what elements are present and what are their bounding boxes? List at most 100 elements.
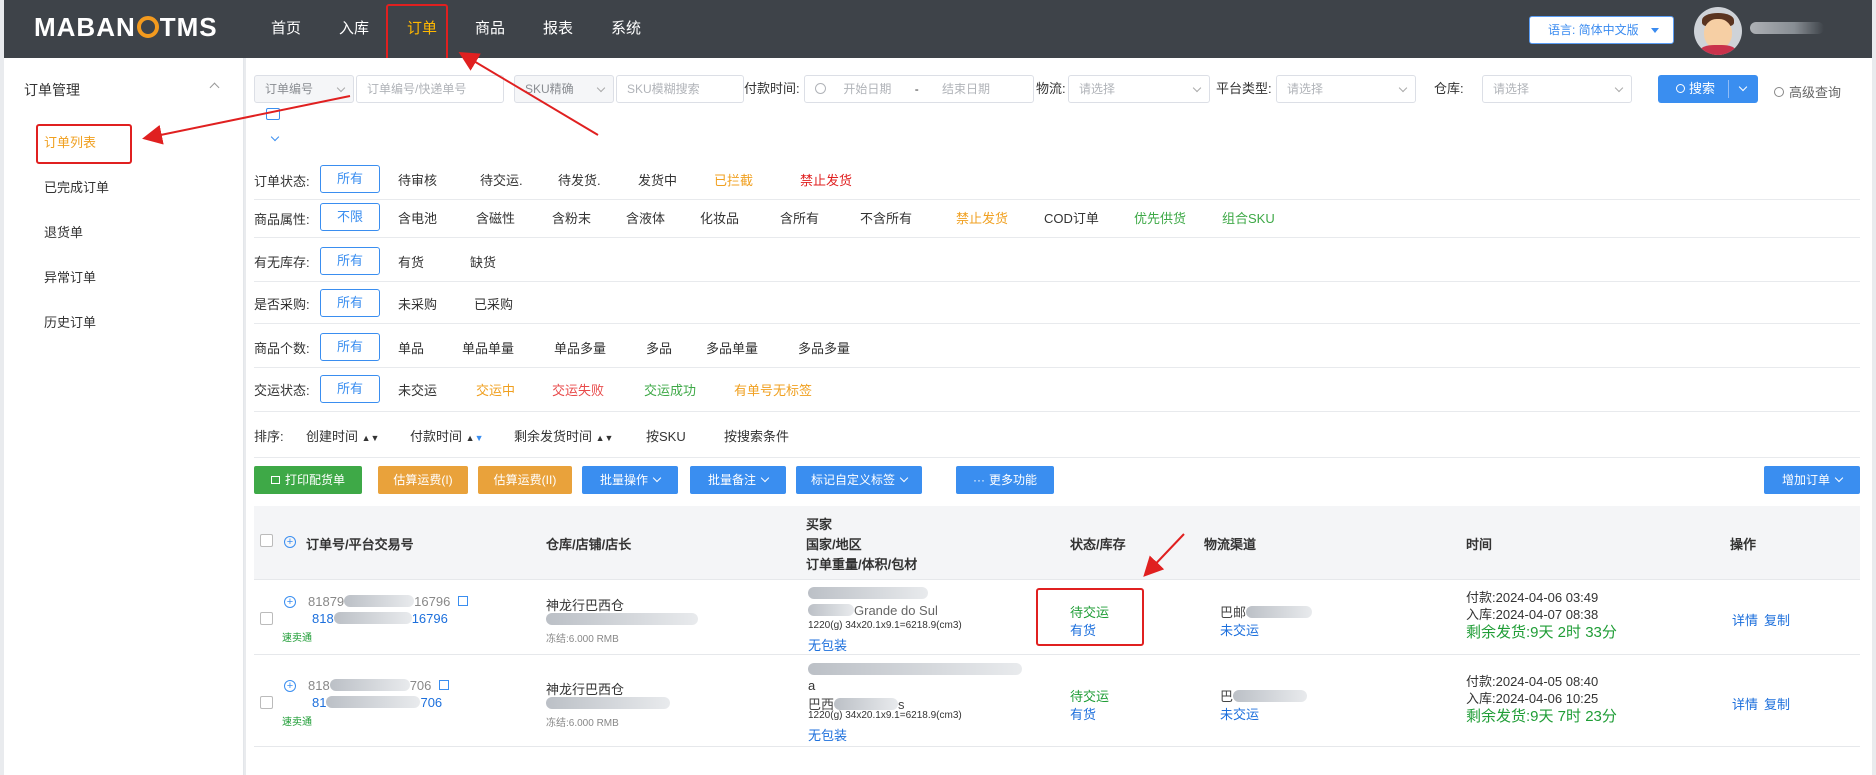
sort-option[interactable]: 创建时间 ▲▼ — [306, 426, 379, 445]
filter-option[interactable]: 交运失败 — [552, 380, 604, 399]
filter-option[interactable]: 所有 — [320, 375, 380, 403]
redacted-text — [834, 698, 899, 710]
language-select[interactable]: 语言: 简体中文版 — [1529, 16, 1674, 44]
sidebar-title[interactable]: 订单管理 — [24, 80, 80, 100]
platform-trade-number[interactable]: 818 16796 — [312, 611, 448, 626]
platform-select[interactable]: 请选择 — [1276, 75, 1416, 103]
nav-inbound[interactable]: 入库 — [320, 0, 388, 58]
sidebar-item-history[interactable]: 历史订单 — [44, 312, 96, 331]
filter-option[interactable]: 有货 — [398, 252, 424, 271]
filter-option[interactable]: 含液体 — [626, 208, 665, 227]
export-icon[interactable] — [266, 108, 280, 120]
filter-option[interactable]: 不含所有 — [860, 208, 912, 227]
nav-system[interactable]: 系统 — [592, 0, 660, 58]
estimate-freight-1-button[interactable]: 估算运费(I) — [378, 466, 468, 494]
expand-all-icon[interactable]: + — [284, 536, 296, 548]
expand-row-icon[interactable]: + — [284, 596, 296, 608]
order-no-placeholder: 订单编号/快递单号 — [367, 82, 467, 96]
filter-option[interactable]: 单品单量 — [462, 338, 514, 357]
filter-option[interactable]: 未交运 — [398, 380, 437, 399]
filter-option[interactable]: 待发货. — [558, 170, 601, 189]
warehouse-name: 神龙行巴西仓 — [546, 598, 625, 613]
filter-option[interactable]: 含电池 — [398, 208, 437, 227]
filter-option[interactable]: 单品 — [398, 338, 424, 357]
clock-icon — [815, 83, 826, 94]
filter-option[interactable]: 所有 — [320, 289, 380, 317]
packaging[interactable]: 无包装 — [808, 725, 847, 744]
filter-option[interactable]: 所有 — [320, 165, 380, 193]
filter-option[interactable]: 含所有 — [780, 208, 819, 227]
detail-link[interactable]: 详情 — [1732, 694, 1758, 713]
sidebar-item-completed[interactable]: 已完成订单 — [44, 177, 109, 196]
expand-chevron-icon[interactable] — [270, 132, 280, 142]
platform-trade-number[interactable]: 81 706 — [312, 695, 442, 710]
pay-time-range[interactable]: 开始日期 - 结束日期 — [804, 75, 1034, 103]
sku-type-select[interactable]: SKU精确 — [514, 75, 614, 103]
filter-option[interactable]: 待交运. — [480, 170, 523, 189]
batch-note-button[interactable]: 批量备注 — [690, 466, 786, 494]
batch-operation-button[interactable]: 批量操作 — [582, 466, 678, 494]
order-number[interactable]: 81879 16796 — [308, 594, 468, 609]
warehouse-select[interactable]: 请选择 — [1482, 75, 1632, 103]
filter-option[interactable]: 所有 — [320, 333, 380, 361]
more-functions-button[interactable]: ··· 更多功能 — [956, 466, 1054, 494]
detail-link[interactable]: 详情 — [1732, 610, 1758, 629]
filter-option[interactable]: 缺货 — [470, 252, 496, 271]
sort-option[interactable]: 剩余发货时间 ▲▼ — [514, 426, 613, 445]
filter-option[interactable]: 组合SKU — [1222, 208, 1275, 227]
filter-option[interactable]: 含粉末 — [552, 208, 591, 227]
filter-option[interactable]: 待审核 — [398, 170, 437, 189]
filter-option[interactable]: 含磁性 — [476, 208, 515, 227]
advanced-search-link[interactable]: 高级查询 — [1774, 82, 1841, 101]
filter-option[interactable]: 发货中 — [638, 170, 677, 189]
copy-icon[interactable] — [439, 680, 450, 690]
add-order-button[interactable]: 增加订单 — [1764, 466, 1860, 494]
custom-tag-button[interactable]: 标记自定义标签 — [796, 466, 922, 494]
filter-option[interactable]: 禁止发货 — [956, 208, 1008, 227]
filter-option[interactable]: 已拦截 — [714, 170, 753, 189]
estimate-freight-2-button[interactable]: 估算运费(II) — [478, 466, 572, 494]
order-type-select[interactable]: 订单编号 — [254, 75, 354, 103]
filter-option[interactable]: COD订单 — [1044, 208, 1099, 227]
search-button[interactable]: 搜索 — [1658, 75, 1758, 103]
chevron-up-icon[interactable] — [209, 82, 220, 93]
filter-option[interactable]: 所有 — [320, 247, 380, 275]
filter-option[interactable]: 有单号无标签 — [734, 380, 812, 399]
packaging[interactable]: 无包装 — [808, 635, 847, 654]
filter-option[interactable]: 化妆品 — [700, 208, 739, 227]
filter-option[interactable]: 交运成功 — [644, 380, 696, 399]
filter-option[interactable]: 优先供货 — [1134, 208, 1186, 227]
nav-products[interactable]: 商品 — [456, 0, 524, 58]
filter-option[interactable]: 已采购 — [474, 294, 513, 313]
filter-option[interactable]: 单品多量 — [554, 338, 606, 357]
filter-option[interactable]: 交运中 — [476, 380, 515, 399]
filter-option[interactable]: 未采购 — [398, 294, 437, 313]
sort-option[interactable]: 按搜索条件 — [724, 426, 789, 445]
username-redacted[interactable] — [1750, 22, 1824, 34]
select-all-checkbox[interactable] — [260, 534, 273, 547]
print-pick-list-button[interactable]: 打印配货单 — [254, 466, 362, 494]
sort-option[interactable]: 付款时间 ▲▼ — [410, 426, 483, 445]
filter-option[interactable]: 禁止发货 — [800, 170, 852, 189]
filter-option[interactable]: 多品多量 — [798, 338, 850, 357]
filter-option[interactable]: 不限 — [320, 203, 380, 231]
row-checkbox[interactable] — [260, 696, 273, 709]
date-separator: - — [914, 82, 919, 96]
row-checkbox[interactable] — [260, 612, 273, 625]
user-avatar[interactable] — [1694, 7, 1742, 55]
filter-option[interactable]: 多品 — [646, 338, 672, 357]
sidebar-item-abnormal[interactable]: 异常订单 — [44, 267, 96, 286]
sort-option[interactable]: 按SKU — [646, 426, 686, 445]
logistics-select[interactable]: 请选择 — [1068, 75, 1210, 103]
sku-input[interactable]: SKU模糊搜索 — [616, 75, 744, 103]
sidebar-item-returns[interactable]: 退货单 — [44, 222, 83, 241]
nav-home[interactable]: 首页 — [252, 0, 320, 58]
copy-link[interactable]: 复制 — [1764, 694, 1790, 713]
order-number[interactable]: 818 706 — [308, 678, 450, 693]
copy-icon[interactable] — [457, 596, 468, 606]
order-no-input[interactable]: 订单编号/快递单号 — [356, 75, 504, 103]
filter-option[interactable]: 多品单量 — [706, 338, 758, 357]
expand-row-icon[interactable]: + — [284, 680, 296, 692]
nav-reports[interactable]: 报表 — [524, 0, 592, 58]
copy-link[interactable]: 复制 — [1764, 610, 1790, 629]
